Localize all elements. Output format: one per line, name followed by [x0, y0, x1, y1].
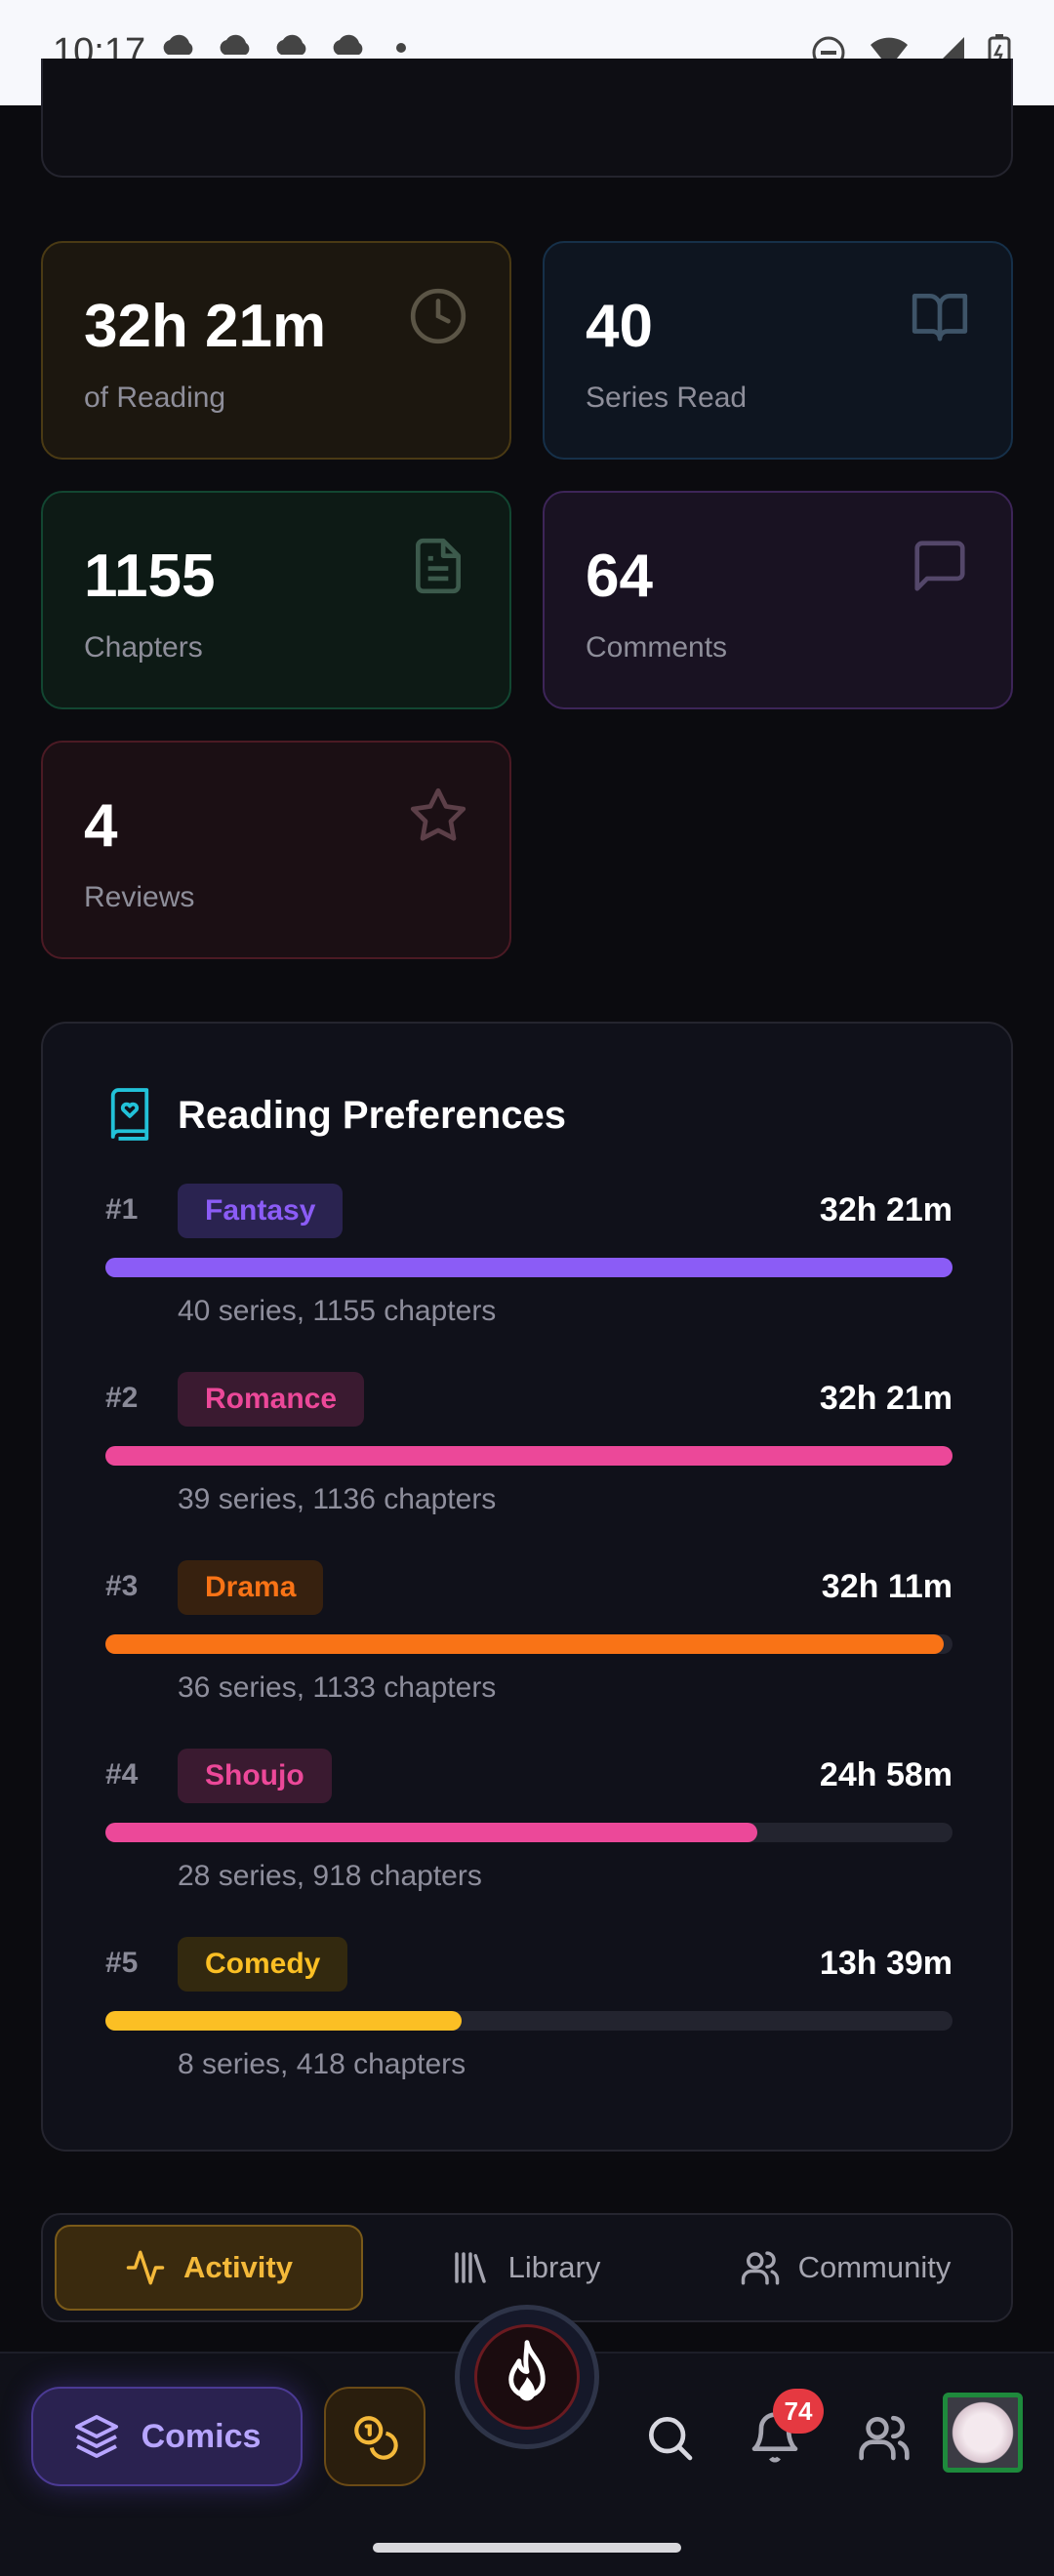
friends-icon[interactable]	[857, 2410, 912, 2465]
preference-row: #1 Fantasy 32h 21m 40 series, 1155 chapters	[105, 1184, 953, 1330]
preference-row: #4 Shoujo 24h 58m 28 series, 918 chapters	[105, 1749, 953, 1895]
tab-library[interactable]: Library	[371, 2225, 679, 2311]
preference-row: #5 Comedy 13h 39m 8 series, 418 chapters	[105, 1937, 953, 2083]
genre-chip[interactable]: Drama	[178, 1560, 324, 1615]
bottom-navigation: Comics 74	[0, 2305, 1054, 2576]
book-open-icon	[912, 294, 968, 342]
reviews-card: 4 Reviews	[41, 741, 511, 959]
genre-chip[interactable]: Shoujo	[178, 1749, 332, 1803]
tab-community[interactable]: Community	[691, 2225, 999, 2311]
notification-badge: 74	[773, 2389, 824, 2434]
reading-preferences-card: Reading Preferences #1 Fantasy 32h 21m 40 s…	[41, 1022, 1013, 2152]
chapters-value: 1155	[84, 543, 216, 610]
genre-progress-track	[105, 1446, 953, 1466]
genre-detail: 39 series, 1136 chapters	[178, 1483, 497, 1515]
genre-progress-fill	[105, 2011, 462, 2031]
genre-progress-track	[105, 1634, 953, 1654]
genre-reading-time: 32h 21m	[819, 1191, 953, 1228]
genre-detail: 8 series, 418 chapters	[178, 2048, 466, 2080]
avatar[interactable]	[943, 2393, 1023, 2473]
genre-reading-time: 13h 39m	[819, 1945, 953, 1982]
coins-icon	[354, 2416, 398, 2460]
tab-activity-label: Activity	[183, 2250, 293, 2284]
clock-icon	[410, 288, 466, 344]
book-heart-icon	[110, 1088, 149, 1141]
reviews-value: 4	[84, 792, 118, 860]
genre-detail: 36 series, 1133 chapters	[178, 1671, 497, 1704]
genre-reading-time: 32h 11m	[821, 1568, 953, 1605]
preference-rank: #2	[105, 1382, 139, 1414]
library-icon	[454, 2252, 486, 2283]
tab-activity[interactable]: Activity	[55, 2225, 363, 2311]
genre-chip[interactable]: Romance	[178, 1372, 365, 1427]
genre-detail: 40 series, 1155 chapters	[178, 1295, 497, 1327]
coins-button[interactable]	[324, 2387, 426, 2486]
reading-preferences-title: Reading Preferences	[178, 1094, 566, 1137]
preference-rank: #4	[105, 1758, 139, 1791]
preference-rank: #1	[105, 1193, 139, 1226]
chapters-label: Chapters	[84, 631, 203, 664]
reading-time-value: 32h 21m	[84, 293, 327, 360]
preference-rank: #3	[105, 1570, 139, 1602]
series-read-label: Series Read	[586, 382, 748, 414]
genre-progress-track	[105, 1258, 953, 1277]
home-flame-button[interactable]	[455, 2305, 599, 2449]
previous-card	[41, 59, 1013, 178]
search-icon[interactable]	[642, 2410, 697, 2465]
series-read-value: 40	[586, 293, 653, 360]
preference-rank: #5	[105, 1947, 139, 1979]
activity-icon	[126, 2250, 165, 2285]
users-icon	[741, 2251, 779, 2285]
genre-progress-fill	[105, 1634, 945, 1654]
genre-reading-time: 32h 21m	[819, 1380, 953, 1417]
genre-chip[interactable]: Fantasy	[178, 1184, 344, 1238]
document-icon	[416, 538, 461, 594]
reading-time-card: 32h 21m of Reading	[41, 241, 511, 460]
series-read-card: 40 Series Read	[543, 241, 1013, 460]
comments-label: Comments	[586, 631, 728, 664]
preference-row: #3 Drama 32h 11m 36 series, 1133 chapters	[105, 1560, 953, 1707]
genre-progress-track	[105, 1823, 953, 1842]
genre-progress-fill	[105, 1823, 758, 1842]
star-icon	[410, 787, 466, 841]
tab-community-label: Community	[797, 2250, 952, 2284]
flame-logo	[474, 2324, 580, 2430]
notification-dot-icon	[396, 43, 406, 53]
flame-icon	[508, 2340, 546, 2401]
genre-chip[interactable]: Comedy	[178, 1937, 348, 1992]
home-indicator[interactable]	[373, 2543, 681, 2553]
layers-icon	[74, 2415, 118, 2458]
genre-reading-time: 24h 58m	[819, 1756, 953, 1793]
reviews-label: Reviews	[84, 881, 195, 913]
comments-card: 64 Comments	[543, 491, 1013, 709]
genre-progress-fill	[105, 1446, 953, 1466]
comics-button[interactable]: Comics	[31, 2387, 303, 2486]
genre-progress-track	[105, 2011, 953, 2031]
chat-icon	[914, 541, 965, 591]
genre-progress-fill	[105, 1258, 953, 1277]
reading-time-label: of Reading	[84, 382, 226, 414]
comments-value: 64	[586, 543, 653, 610]
comics-label: Comics	[141, 2417, 262, 2455]
preference-row: #2 Romance 32h 21m 39 series, 1136 chapters	[105, 1372, 953, 1518]
chapters-card: 1155 Chapters	[41, 491, 511, 709]
genre-detail: 28 series, 918 chapters	[178, 1860, 482, 1892]
tab-library-label: Library	[507, 2250, 601, 2284]
